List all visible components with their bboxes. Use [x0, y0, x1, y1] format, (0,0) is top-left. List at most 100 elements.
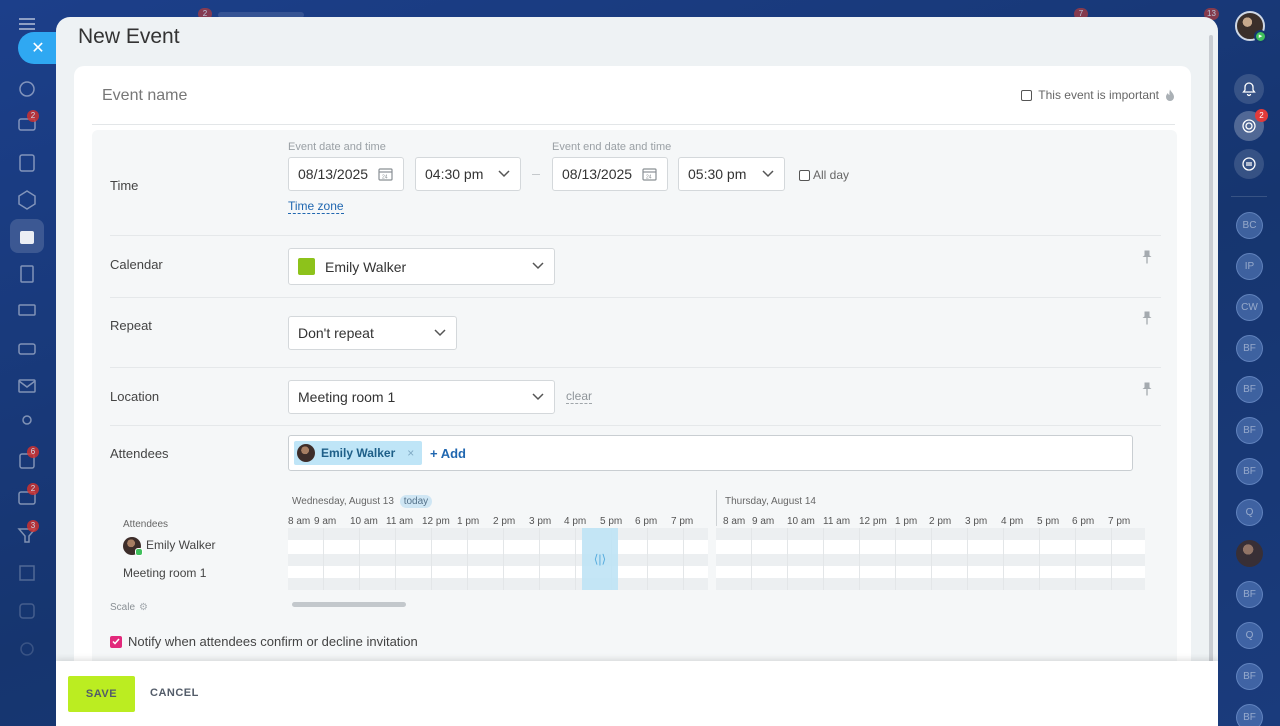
- clear-location-link[interactable]: clear: [566, 389, 593, 404]
- repeat-select[interactable]: Don't repeat: [288, 316, 457, 350]
- save-button[interactable]: SAVE: [68, 676, 135, 712]
- menu-icon[interactable]: [19, 18, 35, 30]
- end-date-input[interactable]: 08/13/2025 24: [552, 157, 668, 191]
- presentation-icon[interactable]: [16, 300, 38, 322]
- end-time-select[interactable]: 05:30 pm: [678, 157, 785, 191]
- contact-avatar[interactable]: BF: [1236, 458, 1263, 485]
- panel-scrollbar[interactable]: [1209, 35, 1213, 675]
- planner-scrollbar[interactable]: [292, 602, 406, 607]
- attendees-input[interactable]: Emily Walker × + Add: [288, 435, 1133, 471]
- start-time-value: 04:30 pm: [425, 166, 484, 182]
- notifications-button[interactable]: [1234, 74, 1264, 104]
- today-badge: today: [399, 495, 433, 508]
- notify-label: Notify when attendees confirm or decline…: [128, 634, 418, 649]
- planner-grid-day1[interactable]: [288, 528, 708, 590]
- document-icon[interactable]: [16, 263, 38, 285]
- location-value: Meeting room 1: [298, 389, 396, 405]
- calendar-label: Calendar: [110, 257, 163, 272]
- panel-footer: SAVE CANCEL: [56, 661, 1218, 726]
- start-date-input[interactable]: 08/13/2025 24: [288, 157, 404, 191]
- contact-avatar[interactable]: Q: [1236, 499, 1263, 526]
- hour-tick: 12 pm: [859, 516, 887, 527]
- contact-avatar[interactable]: CW: [1236, 294, 1263, 321]
- event-time-selection[interactable]: ⟨|⟩: [582, 528, 618, 590]
- event-name-input[interactable]: Event name: [102, 87, 187, 105]
- settings-icon[interactable]: [16, 638, 38, 660]
- svg-text:24: 24: [382, 175, 388, 181]
- calendar-nav-icon[interactable]: [16, 226, 38, 248]
- event-details-form: Time Event date and time Event end date …: [92, 130, 1177, 726]
- pin-icon[interactable]: [1142, 250, 1152, 264]
- card-icon[interactable]: [16, 338, 38, 360]
- sync-button[interactable]: [1234, 149, 1264, 179]
- time-zone-link[interactable]: Time zone: [288, 199, 344, 214]
- day-divider: [716, 490, 717, 526]
- notify-checkbox[interactable]: [110, 635, 122, 648]
- planner-attendees-heading: Attendees: [123, 519, 169, 530]
- all-day-checkbox[interactable]: [799, 169, 810, 181]
- start-time-select[interactable]: 04:30 pm: [415, 157, 521, 191]
- hour-tick: 5 pm: [1037, 516, 1060, 527]
- chevron-down-icon: [434, 329, 446, 337]
- bell-icon: [1242, 82, 1256, 97]
- hour-tick: 3 pm: [529, 516, 552, 527]
- contact-photo-avatar[interactable]: [1236, 540, 1263, 567]
- notify-toggle[interactable]: Notify when attendees confirm or decline…: [110, 634, 418, 649]
- important-checkbox[interactable]: [1021, 89, 1033, 101]
- planner-day1-header: Wednesday, August 13 today: [292, 495, 433, 508]
- contact-avatar[interactable]: BF: [1236, 376, 1263, 403]
- cancel-button[interactable]: CANCEL: [150, 687, 199, 699]
- calendar-icon[interactable]: 24: [378, 167, 393, 181]
- contact-avatar[interactable]: BF: [1236, 704, 1263, 726]
- filter-badge: 3: [27, 520, 39, 532]
- important-toggle[interactable]: This event is important: [1021, 88, 1175, 102]
- drag-handle-icon[interactable]: ⟨|⟩: [594, 552, 606, 566]
- planner-day2-title: Thursday, August 14: [725, 496, 816, 507]
- remove-attendee-icon[interactable]: ×: [407, 446, 414, 460]
- hour-tick: 7 pm: [671, 516, 694, 527]
- contact-avatar[interactable]: IP: [1236, 253, 1263, 280]
- gear-icon[interactable]: ⚙: [139, 602, 148, 613]
- location-select[interactable]: Meeting room 1: [288, 380, 555, 414]
- contact-avatar[interactable]: BC: [1236, 212, 1263, 239]
- hexagon-icon[interactable]: [16, 189, 38, 211]
- feed-icon[interactable]: [16, 78, 38, 100]
- flame-icon: [1165, 89, 1175, 102]
- crm-badge: 2: [27, 483, 39, 495]
- contact-avatar[interactable]: BF: [1236, 417, 1263, 444]
- pin-icon[interactable]: [1142, 311, 1152, 325]
- user-avatar[interactable]: ▸: [1235, 11, 1267, 43]
- end-time-value: 05:30 pm: [688, 166, 747, 182]
- tasks-icon[interactable]: [16, 152, 38, 174]
- avatar: [123, 537, 143, 556]
- planner-grid-day2[interactable]: [716, 528, 1145, 590]
- play-icon: ▸: [1254, 30, 1267, 43]
- grid-icon[interactable]: [16, 562, 38, 584]
- add-attendee-link[interactable]: + Add: [430, 446, 466, 461]
- planner-row-room: Meeting room 1: [123, 566, 207, 580]
- hour-tick: 5 pm: [600, 516, 623, 527]
- scale-control[interactable]: Scale ⚙: [110, 602, 148, 613]
- calendar-color-swatch: [298, 258, 315, 275]
- mail-icon[interactable]: [16, 375, 38, 397]
- calendar-select[interactable]: Emily Walker: [288, 248, 555, 285]
- activity-badge: 2: [1255, 109, 1268, 122]
- contacts-icon[interactable]: [16, 412, 38, 434]
- contact-avatar[interactable]: BF: [1236, 581, 1263, 608]
- hour-tick: 11 am: [823, 516, 851, 527]
- close-panel-button[interactable]: ✕: [18, 32, 56, 64]
- contact-avatar[interactable]: Q: [1236, 622, 1263, 649]
- all-day-toggle[interactable]: All day: [799, 168, 849, 182]
- pin-icon[interactable]: [1142, 382, 1152, 396]
- calendar-icon[interactable]: 24: [642, 167, 657, 181]
- divider: [92, 124, 1175, 125]
- attendee-chip[interactable]: Emily Walker ×: [294, 441, 423, 465]
- hour-tick: 6 pm: [635, 516, 658, 527]
- divider: [110, 367, 1161, 368]
- box-icon[interactable]: [16, 600, 38, 622]
- hour-tick: 12 pm: [422, 516, 450, 527]
- contact-avatar[interactable]: BF: [1236, 663, 1263, 690]
- contact-avatar[interactable]: BF: [1236, 335, 1263, 362]
- close-icon: ✕: [31, 40, 45, 57]
- chevron-down-icon: [532, 262, 544, 270]
